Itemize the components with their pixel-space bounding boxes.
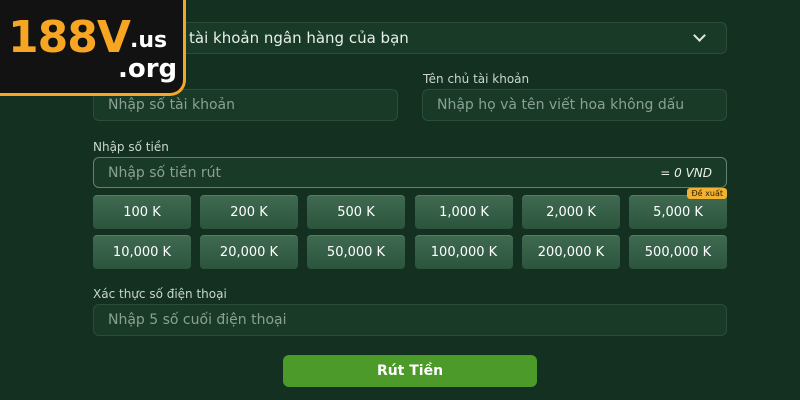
logo-text: 188V bbox=[8, 12, 131, 63]
amount-converted: = 0 VND bbox=[660, 165, 712, 180]
chip-label: 1,000 K bbox=[439, 204, 489, 220]
chip-label: 20,000 K bbox=[219, 244, 279, 260]
bank-select[interactable]: tài khoản ngân hàng của bạn bbox=[93, 22, 727, 54]
chip-label: 100 K bbox=[123, 204, 161, 220]
amount-chip-500k[interactable]: 500 K bbox=[307, 195, 405, 229]
amount-chip-5000k[interactable]: 5,000 K Đề xuất bbox=[629, 188, 727, 229]
bank-select-value: tài khoản ngân hàng của bạn bbox=[189, 29, 409, 47]
chip-label: 200 K bbox=[230, 204, 268, 220]
chip-label: 10,000 K bbox=[112, 244, 172, 260]
amount-chip-100k[interactable]: 100 K bbox=[93, 195, 191, 229]
amount-chip-2000k[interactable]: 2,000 K bbox=[522, 195, 620, 229]
chip-label: 500 K bbox=[337, 204, 375, 220]
phone-placeholder: Nhập 5 số cuối điện thoại bbox=[108, 312, 287, 328]
chip-label: 500,000 K bbox=[644, 244, 712, 260]
amount-chip-20000k[interactable]: 20,000 K bbox=[200, 235, 298, 269]
amount-chip-200000k[interactable]: 200,000 K bbox=[522, 235, 620, 269]
chevron-down-icon bbox=[693, 29, 706, 42]
amount-chip-10000k[interactable]: 10,000 K bbox=[93, 235, 191, 269]
recommended-badge: Đề xuất bbox=[687, 188, 727, 199]
phone-label: Xác thực số điện thoại bbox=[93, 287, 227, 301]
account-name-label: Tên chủ tài khoản bbox=[423, 72, 530, 86]
amount-chip-100000k[interactable]: 100,000 K bbox=[415, 235, 513, 269]
account-number-placeholder: Nhập số tài khoản bbox=[108, 97, 235, 113]
amount-chip-50000k[interactable]: 50,000 K bbox=[307, 235, 405, 269]
amount-label: Nhập số tiền bbox=[93, 140, 169, 154]
withdraw-button-label: Rút Tiền bbox=[376, 363, 444, 379]
amount-chip-1000k[interactable]: 1,000 K bbox=[415, 195, 513, 229]
chip-label: 50,000 K bbox=[326, 244, 386, 260]
logo-us-suffix: .us bbox=[130, 28, 168, 53]
account-name-placeholder: Nhập họ và tên viết hoa không dấu bbox=[437, 97, 685, 113]
logo-org-suffix: .org bbox=[118, 54, 178, 84]
chip-label: 2,000 K bbox=[546, 204, 596, 220]
withdraw-button[interactable]: Rút Tiền bbox=[283, 355, 537, 387]
chip-label: 100,000 K bbox=[430, 244, 498, 260]
amount-chip-500000k[interactable]: 500,000 K bbox=[629, 235, 727, 269]
brand-logo: 188V .us .org bbox=[0, 0, 186, 96]
account-name-input[interactable]: Nhập họ và tên viết hoa không dấu bbox=[422, 89, 727, 121]
amount-placeholder: Nhập số tiền rút bbox=[108, 164, 222, 181]
amount-input[interactable]: Nhập số tiền rút = 0 VND bbox=[93, 157, 727, 188]
amount-chip-200k[interactable]: 200 K bbox=[200, 195, 298, 229]
chip-label: 200,000 K bbox=[537, 244, 605, 260]
phone-verification-input[interactable]: Nhập 5 số cuối điện thoại bbox=[93, 304, 727, 336]
chip-label: 5,000 K bbox=[653, 204, 703, 220]
